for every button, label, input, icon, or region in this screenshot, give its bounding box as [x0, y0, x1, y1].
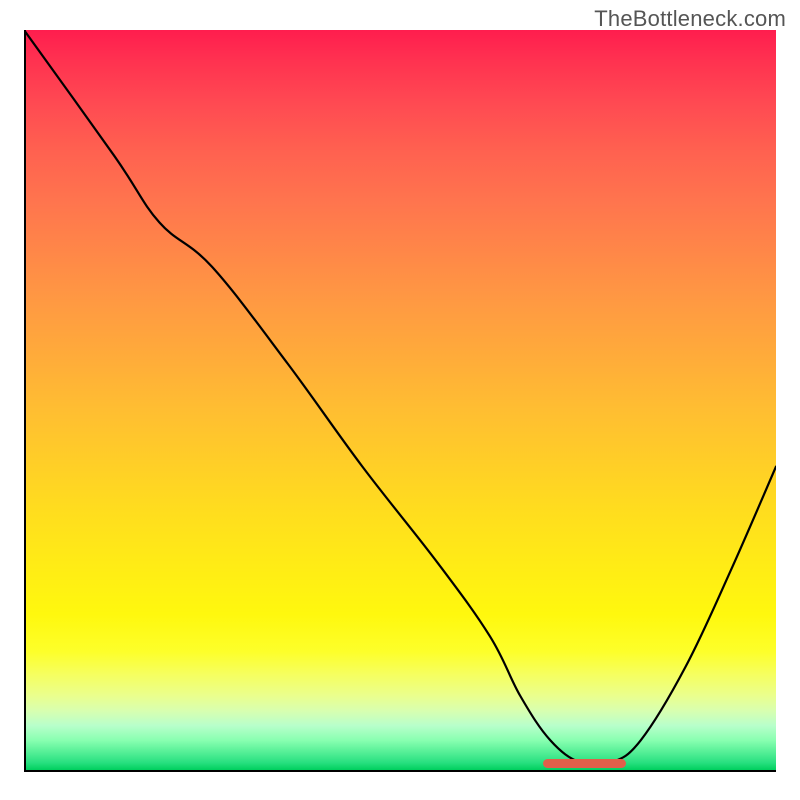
- optimal-range-marker: [543, 759, 626, 768]
- x-axis-line: [24, 770, 776, 772]
- chart-plot-area: [24, 30, 776, 770]
- y-axis-line: [24, 30, 26, 772]
- watermark-text: TheBottleneck.com: [594, 6, 786, 32]
- chart-curve-svg: [24, 30, 776, 770]
- bottleneck-curve-line: [24, 30, 776, 766]
